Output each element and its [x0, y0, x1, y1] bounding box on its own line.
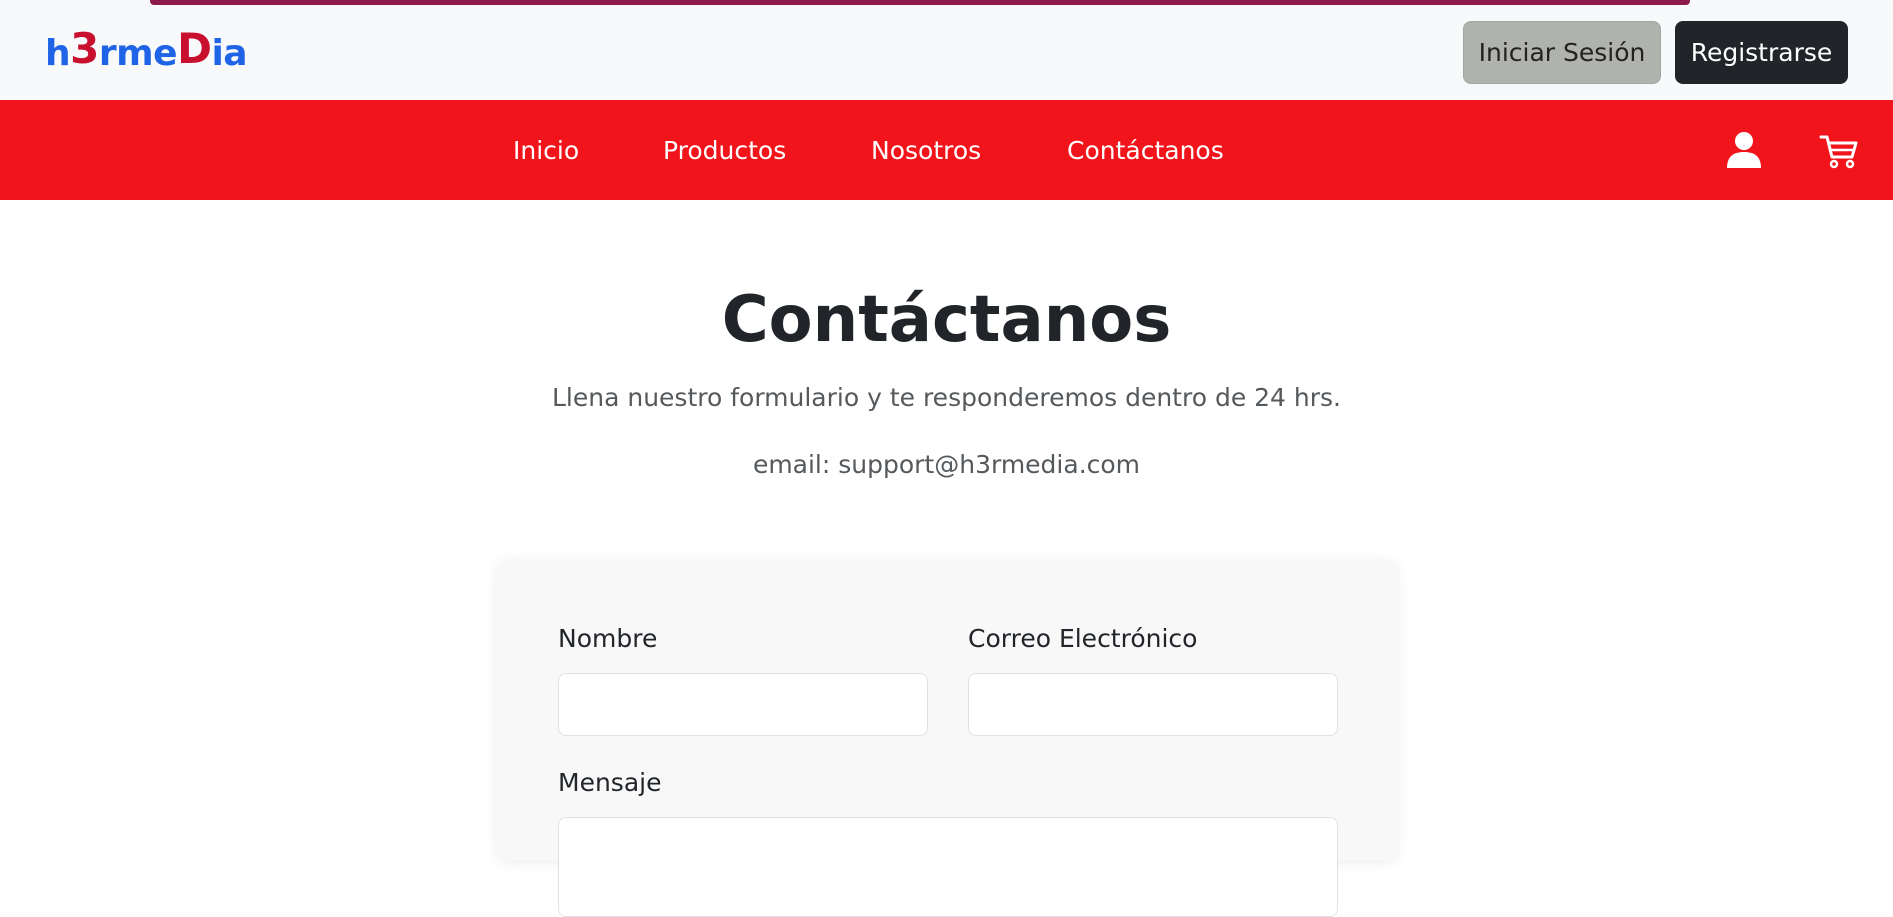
- page-title: Contáctanos: [721, 283, 1172, 357]
- user-icon[interactable]: [1722, 128, 1766, 172]
- top-accent-line: [150, 0, 1690, 5]
- logo-letter: ia: [211, 33, 248, 74]
- name-label: Nombre: [558, 624, 658, 653]
- message-label: Mensaje: [558, 768, 662, 797]
- contact-form: Nombre Correo Electrónico Mensaje: [497, 560, 1397, 917]
- logo-letter: h: [45, 33, 71, 74]
- nav-item-productos[interactable]: Productos: [663, 100, 786, 200]
- main-navbar: Inicio Productos Nosotros Contáctanos: [0, 100, 1893, 200]
- email-field[interactable]: [968, 673, 1338, 736]
- email-label: Correo Electrónico: [968, 624, 1198, 653]
- cart-icon[interactable]: [1817, 128, 1861, 172]
- top-bar: h3rmeDia Iniciar Sesión Registrarse: [0, 0, 1893, 100]
- message-field[interactable]: [558, 817, 1338, 917]
- logo-letter: D: [177, 24, 212, 73]
- brand-logo[interactable]: h3rmeDia: [45, 28, 248, 74]
- name-field[interactable]: [558, 673, 928, 736]
- register-button[interactable]: Registrarse: [1675, 21, 1848, 84]
- nav-item-contactanos[interactable]: Contáctanos: [1067, 100, 1224, 200]
- logo-letter: 3: [70, 24, 99, 73]
- nav-item-inicio[interactable]: Inicio: [513, 100, 579, 200]
- page-subtitle: Llena nuestro formulario y te respondere…: [551, 383, 1341, 412]
- logo-letter: rme: [98, 33, 178, 74]
- support-email: email: support@h3rmedia.com: [752, 450, 1141, 479]
- login-button[interactable]: Iniciar Sesión: [1463, 21, 1661, 84]
- nav-item-nosotros[interactable]: Nosotros: [871, 100, 981, 200]
